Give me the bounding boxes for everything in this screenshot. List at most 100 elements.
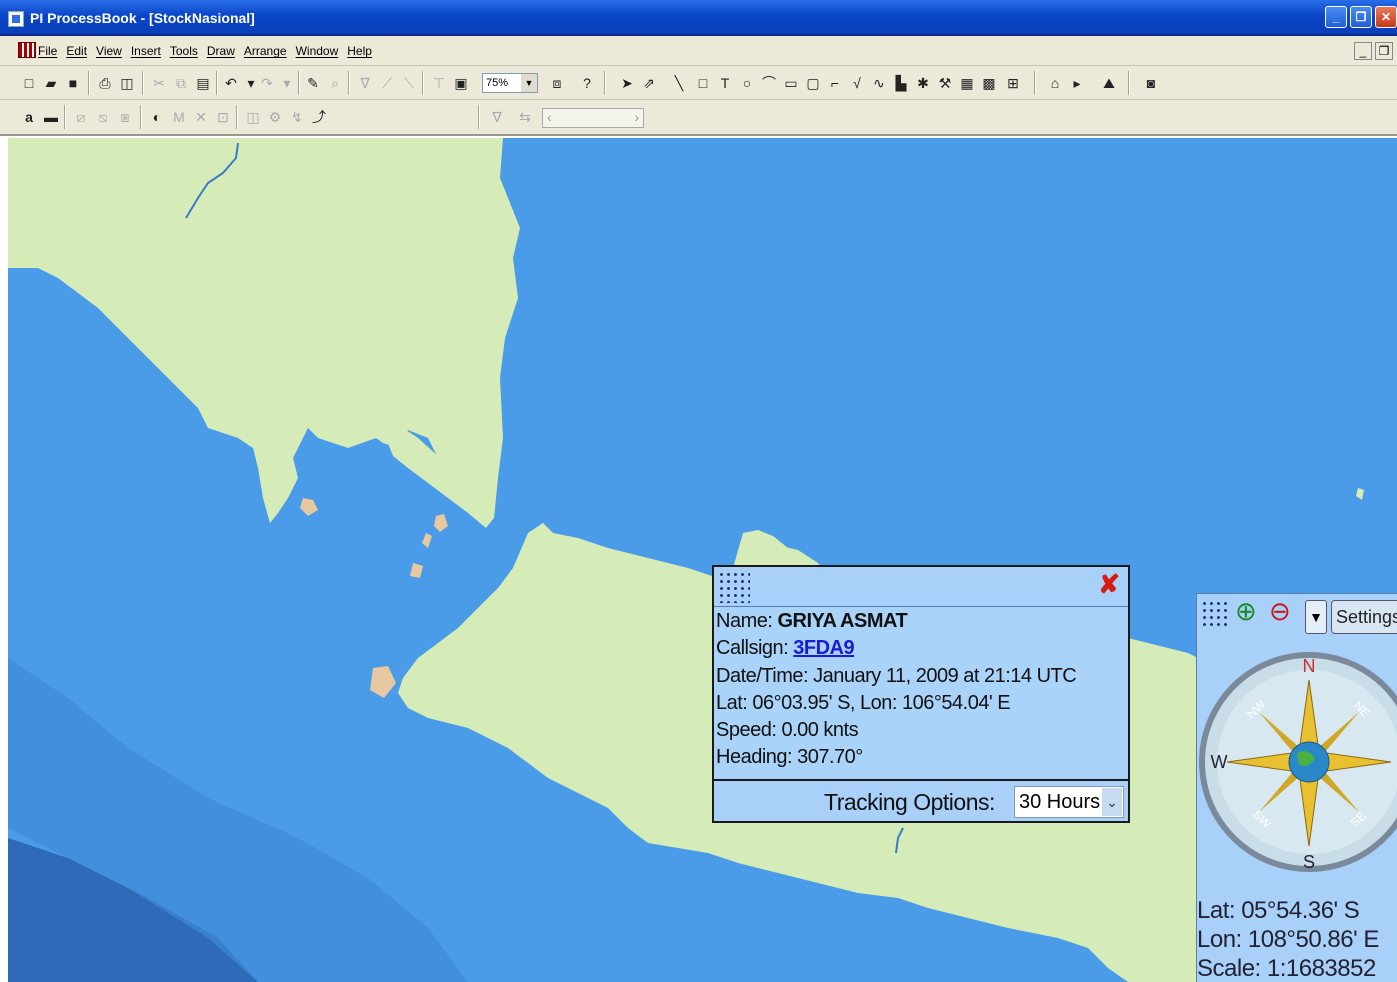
document-icon[interactable]: [18, 42, 36, 58]
menu-view[interactable]: View: [96, 44, 122, 58]
undo-icon[interactable]: ↶: [222, 74, 240, 92]
stop-icon[interactable]: ◙: [1142, 74, 1160, 92]
trend-alt-icon[interactable]: ⟍: [400, 74, 418, 92]
chevron-down-icon[interactable]: ▼: [1305, 600, 1327, 634]
value-icon[interactable]: ▭: [782, 74, 800, 92]
rectangle-icon[interactable]: □: [694, 74, 712, 92]
toolbar-separator: [88, 71, 90, 95]
copy-format-icon[interactable]: ◫: [244, 108, 262, 126]
minimize-button[interactable]: _: [1325, 6, 1347, 28]
zoom-out-icon[interactable]: ⊖: [1269, 596, 1301, 632]
font-icon[interactable]: a: [20, 108, 38, 126]
menu-window[interactable]: Window: [296, 44, 339, 58]
copy-icon[interactable]: ⧉: [172, 74, 190, 92]
settings-button[interactable]: Settings: [1331, 600, 1397, 634]
app-icon: [8, 11, 24, 27]
compass-rose[interactable]: N S W NW NE SW SE: [1199, 636, 1397, 894]
trend-icon[interactable]: ⟋: [378, 74, 396, 92]
color-wheel-icon[interactable]: ◐: [148, 108, 166, 126]
table-icon[interactable]: ⊞: [1004, 74, 1022, 92]
drag-handle-icon[interactable]: [718, 571, 750, 603]
help-pointer-icon[interactable]: ?: [578, 74, 596, 92]
doc-minimize-button[interactable]: _: [1354, 42, 1372, 60]
popup-header[interactable]: ✘: [714, 567, 1128, 607]
fill-color-icon[interactable]: ▬: [42, 108, 60, 126]
delete-icon[interactable]: ✕: [192, 108, 210, 126]
title-bar[interactable]: PI ProcessBook - [StockNasional] _ ❐ ✕: [0, 0, 1397, 36]
zoom-in-icon[interactable]: ⊕: [1235, 596, 1267, 632]
align-icon[interactable]: ⊤: [430, 74, 448, 92]
macro-icon[interactable]: M: [170, 108, 188, 126]
chevron-down-icon[interactable]: ▼: [521, 74, 537, 92]
polyline-icon[interactable]: ⌐: [826, 74, 844, 92]
text-icon[interactable]: T: [716, 74, 734, 92]
island: [1356, 488, 1364, 500]
select-arrow-icon[interactable]: ➤: [618, 74, 636, 92]
map-canvas[interactable]: [8, 138, 1397, 982]
ellipse-icon[interactable]: ○: [738, 74, 756, 92]
toolbar-separator: [1034, 71, 1036, 95]
trend-tool-icon[interactable]: √: [848, 74, 866, 92]
new-icon[interactable]: □: [20, 74, 38, 92]
open-icon[interactable]: ▰: [42, 74, 60, 92]
filter-small-icon[interactable]: ∇: [488, 108, 506, 126]
rotate-icon[interactable]: ⤴: [310, 108, 328, 126]
drag-handle-icon[interactable]: [1201, 600, 1231, 630]
callsign-link[interactable]: 3FDA9: [793, 637, 854, 659]
symbol-icon[interactable]: ✱: [914, 74, 932, 92]
arc-icon[interactable]: ⌒: [760, 74, 778, 92]
save-icon[interactable]: ■: [64, 74, 82, 92]
heading-line: Heading: 307.70°: [716, 746, 863, 769]
build-icon[interactable]: ⌂: [1046, 74, 1064, 92]
menu-help[interactable]: Help: [347, 44, 372, 58]
bring-front-icon[interactable]: ⧄: [72, 108, 90, 126]
button-shape-icon[interactable]: ▢: [804, 74, 822, 92]
play-icon[interactable]: ▸: [1068, 74, 1086, 92]
group-icon[interactable]: ⧆: [116, 108, 134, 126]
bar-chart-icon[interactable]: ▙: [892, 74, 910, 92]
link-icon[interactable]: ↯: [288, 108, 306, 126]
format-painter-icon[interactable]: ✎: [304, 74, 322, 92]
redo-list-icon[interactable]: ▾: [278, 74, 296, 92]
menu-edit[interactable]: Edit: [66, 44, 87, 58]
tracking-options-select[interactable]: 30 Hours ⌄: [1014, 786, 1124, 818]
line-icon[interactable]: ╲: [670, 74, 688, 92]
tools-icon[interactable]: ⚒: [936, 74, 954, 92]
distribute-icon[interactable]: ⇆: [516, 108, 534, 126]
toolbar-separator: [478, 105, 480, 129]
filter-icon[interactable]: ∇: [356, 74, 374, 92]
find-icon[interactable]: ⌕: [326, 74, 344, 92]
window-icon[interactable]: ⧈: [548, 74, 566, 92]
print-preview-icon[interactable]: ◫: [118, 74, 136, 92]
image-icon[interactable]: ▦: [958, 74, 976, 92]
close-icon[interactable]: ✘: [1098, 569, 1120, 600]
chevron-down-icon[interactable]: ⌄: [1102, 788, 1122, 816]
control-icon[interactable]: ▩: [980, 74, 998, 92]
doc-restore-button[interactable]: ❐: [1375, 42, 1393, 60]
west-label: W: [1211, 752, 1228, 772]
menu-arrange[interactable]: Arrange: [244, 44, 287, 58]
cut-icon[interactable]: ✂: [150, 74, 168, 92]
menu-insert[interactable]: Insert: [131, 44, 161, 58]
xy-plot-icon[interactable]: ∿: [870, 74, 888, 92]
properties-icon[interactable]: ⊡: [214, 108, 232, 126]
map-view[interactable]: [8, 138, 1397, 982]
print-icon[interactable]: ⎙: [96, 74, 114, 92]
grid-icon[interactable]: ▣: [452, 74, 470, 92]
menu-draw[interactable]: Draw: [207, 44, 235, 58]
maximize-button[interactable]: ❐: [1350, 6, 1372, 28]
send-back-icon[interactable]: ⧅: [94, 108, 112, 126]
settings-icon[interactable]: ⚙: [266, 108, 284, 126]
zoom-select[interactable]: 75% ▼: [482, 73, 538, 93]
time-scrollbar[interactable]: [542, 108, 644, 128]
close-button[interactable]: ✕: [1375, 6, 1397, 28]
redo-icon[interactable]: ↷: [258, 74, 276, 92]
island: [434, 514, 448, 532]
run-mode-icon[interactable]: ⇗: [640, 74, 658, 92]
chart-edit-icon[interactable]: ⛰: [1100, 74, 1118, 92]
menu-tools[interactable]: Tools: [170, 44, 198, 58]
toolbar-separator: [140, 105, 142, 129]
paste-icon[interactable]: ▤: [194, 74, 212, 92]
menu-file[interactable]: File: [38, 44, 57, 58]
window-title: PI ProcessBook - [StockNasional]: [30, 10, 255, 26]
